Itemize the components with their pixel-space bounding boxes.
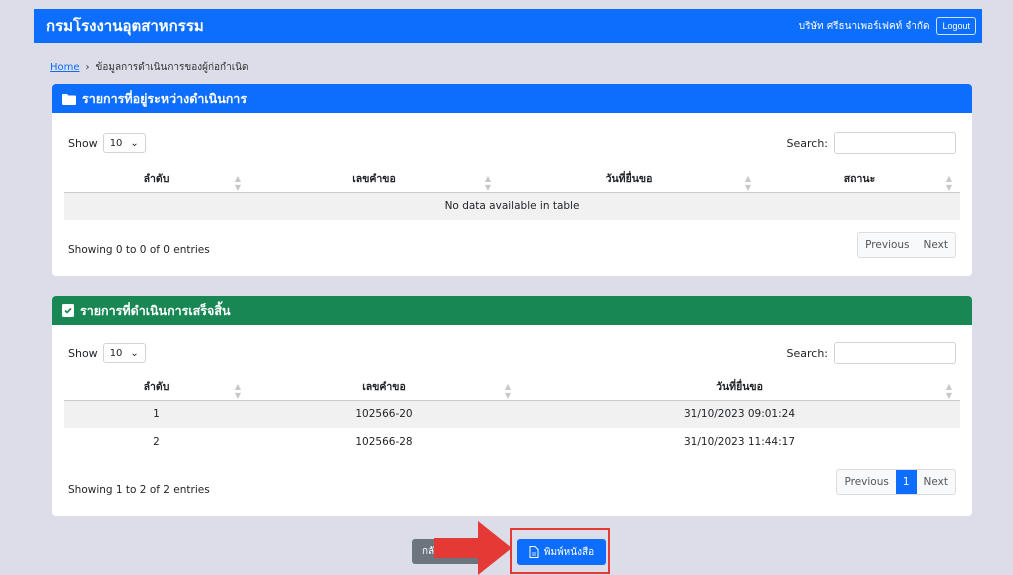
in-progress-table: ลำดับ ▲ ▼ เลขคำขอ ▲ ▼ วันที่ยื่นขอ ▲ ▼ สถานะ ▲ ▼… [64, 166, 960, 220]
pagination: Previous 1 Next [836, 469, 956, 495]
search-label: Search: [786, 136, 829, 150]
empty-table-message: No data available in table [64, 192, 960, 220]
table-row: 1 102566-20 31/10/2023 09:01:24 [64, 400, 960, 428]
show-label: Show [68, 136, 98, 150]
column-header-date[interactable]: วันที่ยื่นขอ ▲ ▼ [499, 166, 759, 193]
table-info: Showing 1 to 2 of 2 entries [68, 484, 210, 496]
pagination: Previous Next [857, 232, 956, 258]
breadcrumb-current: ข้อมูลการดำเนินการของผู้ก่อกำเนิด [95, 62, 249, 73]
sort-icon: ▲ ▼ [945, 174, 952, 192]
bookmark-check-icon [62, 304, 74, 317]
column-header-status[interactable]: สถานะ ▲ ▼ [759, 166, 960, 193]
sort-icon: ▲ ▼ [744, 174, 751, 192]
folder-icon [62, 93, 76, 105]
breadcrumb: Home › ข้อมูลการดำเนินการของผู้ก่อกำเนิด [50, 60, 248, 75]
submit-date: 31/10/2023 11:44:17 [519, 428, 960, 456]
table-info: Showing 0 to 0 of 0 entries [68, 244, 210, 256]
show-entries: Show 10 ⌄ [68, 343, 146, 363]
show-entries: Show 10 ⌄ [68, 133, 146, 153]
navbar-right: บริษัท ศรีธนาเพอร์เฟคท์ จำกัด Logout [799, 17, 976, 35]
previous-button[interactable]: Previous [858, 233, 916, 257]
completed-card: รายการที่ดำเนินการเสร็จสิ้น Show 10 ⌄ Se… [52, 296, 972, 516]
breadcrumb-home-link[interactable]: Home [50, 62, 80, 73]
completed-title: รายการที่ดำเนินการเสร็จสิ้น [80, 302, 231, 318]
entries-select[interactable]: 10 ⌄ [102, 133, 146, 153]
next-button[interactable]: Next [917, 470, 955, 494]
red-arrow-icon [434, 521, 512, 575]
column-header-request[interactable]: เลขคำขอ ▲ ▼ [249, 374, 519, 401]
search-label: Search: [786, 346, 829, 360]
search-group: Search: [786, 342, 956, 364]
chevron-down-icon: ⌄ [130, 137, 139, 149]
in-progress-controls: Show 10 ⌄ Search: [68, 132, 956, 154]
previous-button[interactable]: Previous [837, 470, 895, 494]
sort-icon: ▲ ▼ [484, 174, 491, 192]
top-navbar: กรมโรงงานอุตสาหกรรม บริษัท ศรีธนาเพอร์เฟ… [34, 9, 982, 43]
row-number: 1 [64, 400, 249, 428]
print-document-button[interactable]: พิมพ์หนังสือ [517, 539, 606, 565]
sort-icon: ▲ ▼ [234, 382, 241, 400]
brand-title[interactable]: กรมโรงงานอุตสาหกรรม [46, 14, 204, 38]
print-label: พิมพ์หนังสือ [543, 546, 595, 558]
request-number: 102566-20 [249, 400, 519, 428]
in-progress-header: รายการที่อยู่ระหว่างดำเนินการ [52, 84, 972, 113]
column-header-date[interactable]: วันที่ยื่นขอ ▲ ▼ [519, 374, 960, 401]
sort-icon: ▲ ▼ [234, 174, 241, 192]
column-header-request[interactable]: เลขคำขอ ▲ ▼ [249, 166, 499, 193]
file-icon [529, 546, 539, 558]
entries-value: 10 [109, 347, 123, 359]
column-header-no[interactable]: ลำดับ ▲ ▼ [64, 374, 249, 401]
search-input[interactable] [834, 132, 956, 154]
sort-icon: ▲ ▼ [945, 382, 952, 400]
show-label: Show [68, 346, 98, 360]
company-name: บริษัท ศรีธนาเพอร์เฟคท์ จำกัด [798, 20, 930, 32]
in-progress-title: รายการที่อยู่ระหว่างดำเนินการ [82, 90, 248, 106]
completed-table: ลำดับ ▲ ▼ เลขคำขอ ▲ ▼ วันที่ยื่นขอ ▲ ▼ 1 10256… [64, 374, 960, 456]
completed-header: รายการที่ดำเนินการเสร็จสิ้น [52, 296, 972, 325]
column-header-no[interactable]: ลำดับ ▲ ▼ [64, 166, 249, 193]
completed-controls: Show 10 ⌄ Search: [68, 342, 956, 364]
row-number: 2 [64, 428, 249, 456]
search-input[interactable] [834, 342, 956, 364]
table-row: 2 102566-28 31/10/2023 11:44:17 [64, 428, 960, 456]
request-number: 102566-28 [249, 428, 519, 456]
search-group: Search: [786, 132, 956, 154]
chevron-down-icon: ⌄ [130, 347, 139, 359]
next-button[interactable]: Next [917, 233, 955, 257]
sort-icon: ▲ ▼ [504, 382, 511, 400]
breadcrumb-separator: › [85, 62, 90, 73]
entries-select[interactable]: 10 ⌄ [102, 343, 146, 363]
entries-value: 10 [109, 137, 123, 149]
submit-date: 31/10/2023 09:01:24 [519, 400, 960, 428]
in-progress-card: รายการที่อยู่ระหว่างดำเนินการ Show 10 ⌄ … [52, 84, 972, 276]
page-1-button[interactable]: 1 [895, 470, 917, 494]
logout-button[interactable]: Logout [936, 17, 976, 35]
